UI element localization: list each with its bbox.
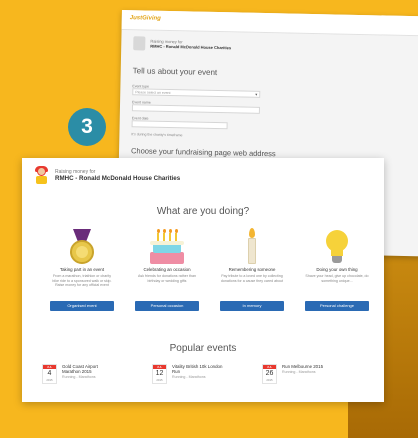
option-description: From a marathon, triathlon or charity bi… [52,274,112,288]
what-are-you-doing-screenshot: Raising money for RMHC - Ronald McDonald… [22,158,384,402]
option-title: Doing your own thing [316,267,358,272]
dropdown-arrow-icon: ▾ [255,91,258,97]
event-name[interactable]: Gold Coast Airport Marathon 2015 [62,364,114,374]
medal-icon [42,228,122,264]
step-number-badge: 3 [68,108,106,146]
event-category: Running - Marathons [172,375,206,379]
event-item[interactable]: JUL 26 2015 Run Melbourne 2015 Running -… [262,364,334,384]
calendar-icon: JUL 12 2015 [152,364,167,384]
option-title: Taking part in an event [59,267,105,272]
option-personal-occasion: Celebrating an occasion Ask friends for … [127,228,207,312]
option-title: Remembering someone [228,267,276,272]
event-form-title: Tell us about your event [132,66,218,78]
event-form: Event type Please select an event ▾ Even… [119,84,418,142]
event-name-input[interactable] [131,104,261,114]
light-bulb-icon [297,228,377,264]
organised-event-button[interactable]: Organised event [50,301,114,311]
option-title: Celebrating an occasion [143,267,191,272]
birthday-cake-icon [127,228,207,264]
option-description: Pay tribute to a loved one by collecting… [220,274,284,283]
section-title: What are you doing? [156,206,250,217]
calendar-icon: JUL 4 2015 [42,364,57,384]
option-organised-event: Taking part in an event From a marathon,… [42,228,122,312]
option-description: Ask friends for donations rather than bi… [138,274,196,283]
event-date-input[interactable] [131,120,228,130]
event-type-select[interactable]: Please select an event ▾ [132,88,261,98]
personal-occasion-button[interactable]: Personal occasion [135,301,199,311]
justgiving-logo[interactable]: JustGiving [130,15,161,22]
in-memory-button[interactable]: In memory [220,301,284,311]
personal-challenge-button[interactable]: Personal challenge [305,301,369,311]
event-name[interactable]: Vitality British 10k London Run [172,364,224,374]
event-item[interactable]: JUL 4 2015 Gold Coast Airport Marathon 2… [42,364,114,384]
popular-events-title: Popular events [169,343,237,354]
option-personal-challenge: Doing your own thing Shave your head, gi… [297,228,377,312]
event-item[interactable]: JUL 12 2015 Vitality British 10k London … [152,364,224,384]
charity-info: Raising money for RMHC - Ronald McDonald… [34,166,181,184]
event-category: Running - Marathons [282,370,316,374]
calendar-icon: JUL 26 2015 [262,364,277,384]
charity-name: RMHC - Ronald McDonald House Charities [150,43,232,51]
charity-name: RMHC - Ronald McDonald House Charities [55,175,181,182]
charity-logo-icon [133,36,146,51]
option-in-memory: Remembering someone Pay tribute to a lov… [212,228,292,312]
option-description: Shave your head, give up chocolate, do s… [305,274,369,283]
memorial-candle-icon [212,228,292,264]
ronald-mcdonald-logo-icon [34,166,49,184]
event-category: Running - Marathons [62,375,96,379]
event-name[interactable]: Run Melbourne 2015 [282,364,334,369]
